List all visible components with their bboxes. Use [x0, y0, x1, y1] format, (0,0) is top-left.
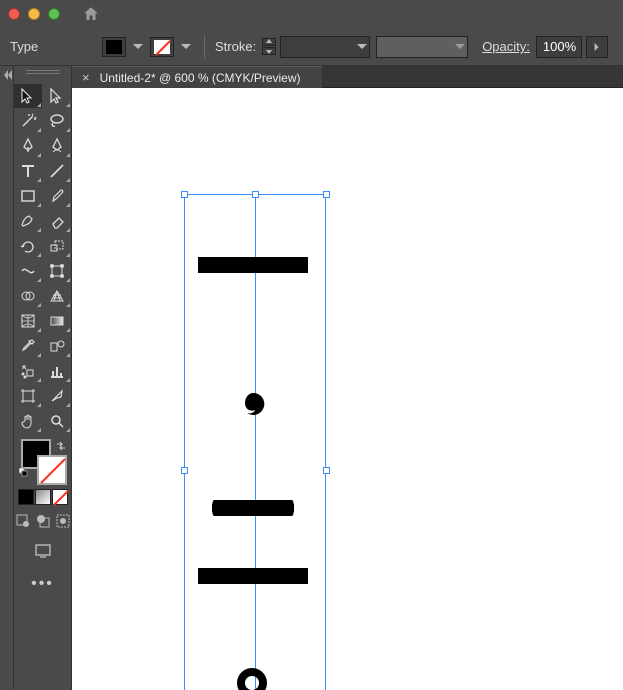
document-tab[interactable]: × Untitled-2* @ 600 % (CMYK/Preview) — [72, 66, 322, 88]
main-row: ••• × Untitled-2* @ 600 % (CMYK/Preview) — [0, 66, 623, 690]
handle-ne[interactable] — [323, 191, 330, 198]
tool-slice[interactable] — [43, 384, 71, 408]
draw-behind-icon[interactable] — [35, 513, 51, 534]
tool-gradient[interactable] — [43, 309, 71, 333]
fill-mode-gradient[interactable] — [35, 489, 51, 505]
fill-mode-picker — [18, 489, 68, 505]
tabstrip-remainder — [322, 66, 623, 88]
document-area: × Untitled-2* @ 600 % (CMYK/Preview) — [72, 66, 623, 690]
tool-shaper[interactable] — [14, 209, 42, 233]
handle-n[interactable] — [252, 191, 259, 198]
artwork-bar-3[interactable] — [198, 568, 308, 584]
chevron-down-icon — [455, 42, 465, 52]
separator — [204, 35, 205, 59]
opacity-label[interactable]: Opacity: — [482, 39, 530, 54]
draw-inside-icon[interactable] — [55, 513, 71, 534]
zoom-window-button[interactable] — [48, 8, 60, 20]
dock-collapse-strip[interactable] — [0, 66, 14, 690]
tool-direct-selection[interactable] — [43, 84, 71, 108]
opacity-value-text: 100% — [543, 39, 576, 54]
fill-menu-button[interactable] — [130, 37, 146, 57]
tools-panel: ••• — [14, 66, 72, 690]
tool-eyedropper[interactable] — [14, 334, 42, 358]
tool-blend[interactable] — [43, 334, 71, 358]
traffic-lights — [8, 8, 60, 20]
home-icon[interactable] — [82, 5, 100, 23]
stroke-weight-decrease[interactable] — [262, 47, 276, 55]
chevron-down-icon — [357, 42, 367, 52]
tool-zoom[interactable] — [43, 409, 71, 433]
tool-curvature-pen[interactable] — [43, 134, 71, 158]
stroke-swatch[interactable] — [150, 37, 174, 57]
stroke-label: Stroke: — [215, 39, 256, 54]
handle-nw[interactable] — [181, 191, 188, 198]
tool-free-transform[interactable] — [43, 259, 71, 283]
tool-pen[interactable] — [14, 134, 42, 158]
tool-hand[interactable] — [14, 409, 42, 433]
tool-scale[interactable] — [43, 234, 71, 258]
artwork-comma[interactable] — [240, 391, 266, 434]
tool-selection[interactable] — [14, 84, 42, 108]
minimize-window-button[interactable] — [28, 8, 40, 20]
fill-mode-none[interactable] — [52, 489, 68, 505]
tool-shape-builder[interactable] — [14, 284, 42, 308]
edit-toolbar-glyph: ••• — [31, 575, 54, 593]
fill-swatch[interactable] — [102, 37, 126, 57]
artwork-ring[interactable] — [237, 668, 267, 690]
stroke-menu-button[interactable] — [178, 37, 194, 57]
close-window-button[interactable] — [8, 8, 20, 20]
tool-type[interactable] — [14, 159, 42, 183]
opacity-value-input[interactable]: 100% — [536, 36, 582, 58]
stroke-weight-increase[interactable] — [262, 38, 276, 46]
tool-paintbrush[interactable] — [43, 184, 71, 208]
tool-rectangle[interactable] — [14, 184, 42, 208]
canvas[interactable] — [72, 88, 623, 690]
tool-magic-wand[interactable] — [14, 109, 42, 133]
draw-modes — [15, 513, 71, 534]
fill-stroke-group — [102, 37, 194, 57]
fill-mode-color[interactable] — [18, 489, 34, 505]
tool-width[interactable] — [14, 259, 42, 283]
tools-grid — [14, 84, 71, 433]
control-left-label: Type — [10, 39, 102, 54]
draw-normal-icon[interactable] — [15, 513, 31, 534]
tools-grabber[interactable] — [14, 70, 71, 82]
tool-rotate[interactable] — [14, 234, 42, 258]
artwork-bar-1[interactable] — [198, 257, 308, 273]
window-titlebar — [0, 0, 623, 28]
stroke-proxy[interactable] — [37, 455, 67, 485]
default-fill-stroke-icon[interactable] — [19, 465, 29, 483]
tool-line-segment[interactable] — [43, 159, 71, 183]
tool-mesh[interactable] — [14, 309, 42, 333]
tool-eraser[interactable] — [43, 209, 71, 233]
handle-w[interactable] — [181, 467, 188, 474]
handle-e[interactable] — [323, 467, 330, 474]
opacity-more-button[interactable] — [586, 36, 608, 58]
document-tab-title: Untitled-2* @ 600 % (CMYK/Preview) — [100, 71, 301, 85]
swap-fill-stroke-icon[interactable] — [55, 439, 67, 457]
brush-definition-combo[interactable] — [376, 36, 468, 58]
stroke-weight-combo[interactable] — [280, 36, 370, 58]
tool-perspective-grid[interactable] — [43, 284, 71, 308]
collapse-icon — [2, 70, 12, 80]
tool-column-graph[interactable] — [43, 359, 71, 383]
tool-lasso[interactable] — [43, 109, 71, 133]
chevron-right-icon — [593, 43, 601, 51]
fill-stroke-proxy[interactable] — [19, 439, 67, 483]
document-tabstrip: × Untitled-2* @ 600 % (CMYK/Preview) — [72, 66, 623, 88]
options-bar: Type Stroke: Opacity: 100% — [0, 28, 623, 66]
edit-toolbar-button[interactable]: ••• — [31, 575, 55, 593]
tool-symbol-sprayer[interactable] — [14, 359, 42, 383]
screen-mode-button[interactable] — [34, 542, 52, 565]
artwork-bar-2[interactable] — [212, 500, 294, 516]
close-tab-icon[interactable]: × — [82, 70, 90, 85]
tool-artboard[interactable] — [14, 384, 42, 408]
stroke-weight-stepper[interactable] — [262, 38, 276, 55]
